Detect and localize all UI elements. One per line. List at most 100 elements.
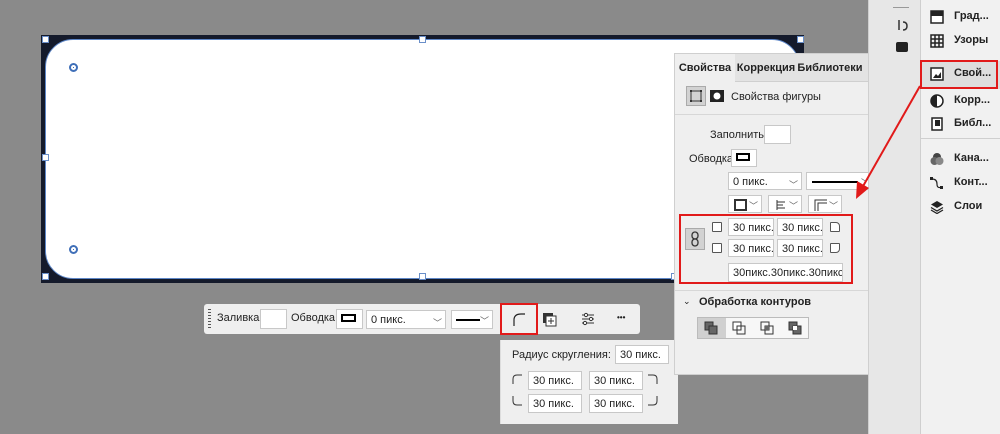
corner-radius-popup: Радиус скругления: 30 пикс. 30 пикс. 30 … [500,340,678,424]
stroke-corners-dropdown[interactable]: ﹀ [808,195,842,213]
transform-handle-top-center[interactable] [419,36,426,43]
collapsed-panels-strip [868,0,920,434]
stroke-label: Обводка [689,153,734,165]
divider [921,138,1000,139]
dock-label: Библ... [954,117,992,129]
dock-item-patterns[interactable]: Узоры [921,28,1000,54]
radius-value: 30 пикс. [620,349,661,361]
divider [893,2,909,8]
sliders-icon [582,312,594,326]
stroke-align-dropdown[interactable]: ﹀ [728,195,762,213]
dock-item-paths[interactable]: Конт... [921,170,1000,196]
highlight-corner-radius-fields [679,214,853,284]
chevron-down-icon: ﹀ [788,201,798,211]
dock-label: Кана... [954,152,989,164]
layers-icon [930,201,944,214]
transform-handle-middle-left[interactable] [42,154,49,161]
combine-shapes-icon [704,321,718,335]
dock-item-channels[interactable]: Кана... [921,146,1000,172]
chevron-down-icon: ﹀ [432,318,442,328]
intersect-shapes-button[interactable] [754,318,782,338]
radius-input[interactable]: 30 пикс. [615,345,669,364]
shape-properties-button[interactable] [686,86,706,106]
drag-grip-icon[interactable] [208,309,211,329]
path-ops-group [697,317,809,339]
chevron-down-icon: ﹀ [828,201,838,211]
subtract-shapes-icon [732,321,746,335]
contextual-task-bar: Заливка Обводка 0 пикс. ﹀ ﹀ ••• [204,304,640,334]
more-options-icon[interactable]: ••• [617,313,625,322]
corner-top-right-value: 30 пикс. [594,375,635,387]
highlight-corner-radius-button [500,303,538,335]
shape-bounds-icon [690,90,702,102]
chevron-down-icon: ﹀ [748,201,758,211]
fill-label: Заливка [217,312,260,324]
mask-icon[interactable] [710,89,724,103]
stroke-label: Обводка [291,312,336,324]
fill-label: Заполнить [710,129,765,141]
section-title: Свойства фигуры [731,91,821,103]
subtract-shapes-button[interactable] [726,318,754,338]
adjust-settings-button[interactable] [579,310,597,328]
dock-label: Град... [954,10,989,22]
corner-radius-handle-top[interactable] [69,63,78,72]
corner-bottom-right-value: 30 пикс. [594,398,635,410]
combine-shapes-button[interactable] [698,318,726,338]
tab-adjustments[interactable]: Коррекция [735,54,797,82]
transform-handle-bottom-center[interactable] [419,273,426,280]
chevron-down-icon: ﹀ [788,180,798,190]
corner-bottom-left-input[interactable]: 30 пикс. [528,394,582,413]
transform-handle-top-right[interactable] [797,36,804,43]
add-shape-button[interactable] [540,310,558,328]
tab-libraries[interactable]: Библиотеки [797,54,863,82]
exclude-shapes-button[interactable] [782,318,810,338]
chevron-down-icon[interactable]: ⌄ [683,296,691,307]
corner-bottom-right-input[interactable]: 30 пикс. [589,394,643,413]
exclude-shapes-icon [788,321,802,335]
channels-icon [930,153,944,165]
dock-item-gradients[interactable]: Град... [921,4,1000,30]
fill-swatch[interactable] [764,125,791,144]
stroke-width-value: 0 пикс. [733,176,768,188]
stroke-swatch[interactable] [731,149,757,167]
stroke-caps-dropdown[interactable]: ﹀ [768,195,802,213]
dock-label: Корр... [954,94,991,106]
corner-bottom-right-icon [648,396,658,406]
radius-label: Радиус скругления: [512,349,611,361]
corner-bottom-left-value: 30 пикс. [533,398,574,410]
intersect-shapes-icon [760,321,774,335]
stroke-width-field[interactable]: 0 пикс. ﹀ [366,310,446,329]
libraries-icon [931,117,943,131]
dock-label: Слои [954,200,983,212]
dock-item-libraries[interactable]: Библ... [921,111,1000,137]
highlight-properties-dock-item [920,60,998,89]
stroke-width-field[interactable]: 0 пикс. ﹀ [728,172,802,190]
transform-handle-top-left[interactable] [42,36,49,43]
stroke-swatch[interactable] [336,309,363,329]
tab-properties[interactable]: Свойства [675,54,735,82]
patterns-icon [930,34,944,48]
corner-top-left-value: 30 пикс. [533,375,574,387]
dock-item-layers[interactable]: Слои [921,194,1000,220]
corner-bottom-left-icon [512,396,522,406]
corner-top-right-icon [648,374,658,384]
transform-handle-bottom-left[interactable] [42,273,49,280]
gradient-icon [930,10,944,24]
swatch-icon[interactable] [896,42,908,52]
stroke-width-value: 0 пикс. [371,314,406,326]
dock-label: Узоры [954,34,989,46]
stroke-style-dropdown[interactable]: ﹀ [451,310,493,329]
chevron-down-icon: ﹀ [479,316,489,326]
fill-swatch[interactable] [260,309,287,329]
path-ops-title: Обработка контуров [699,296,812,308]
adjustments-icon [930,94,944,108]
add-shape-icon [543,313,557,327]
paths-icon [930,177,943,189]
corner-top-left-input[interactable]: 30 пикс. [528,371,582,390]
red-arrow-annotation [856,85,921,199]
corner-top-right-input[interactable]: 30 пикс. [589,371,643,390]
corner-top-left-icon [512,374,522,384]
history-icon[interactable] [895,17,911,33]
corner-radius-handle-bottom[interactable] [69,245,78,254]
dock-label: Конт... [954,176,988,188]
